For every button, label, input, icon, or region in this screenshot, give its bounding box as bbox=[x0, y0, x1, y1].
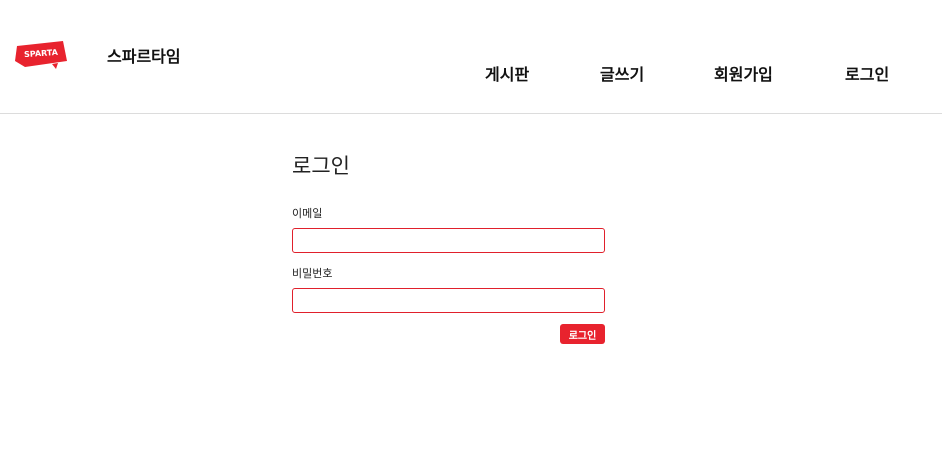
site-title[interactable]: 스파르타임 bbox=[107, 43, 181, 67]
sparta-logo[interactable]: SPARTA bbox=[14, 40, 68, 70]
password-input[interactable] bbox=[292, 288, 605, 313]
nav-signup-link[interactable]: 회원가입 bbox=[714, 61, 773, 85]
site-header: SPARTA 스파르타임 게시판 글쓰기 회원가입 로그인 bbox=[0, 0, 942, 114]
nav-login-link[interactable]: 로그인 bbox=[845, 61, 889, 85]
page-title: 로그인 bbox=[292, 154, 350, 178]
email-input[interactable] bbox=[292, 228, 605, 253]
password-label: 비밀번호 bbox=[292, 267, 333, 280]
login-button[interactable]: 로그인 bbox=[560, 324, 605, 344]
nav-write-link[interactable]: 글쓰기 bbox=[600, 61, 644, 85]
nav-board-link[interactable]: 게시판 bbox=[485, 61, 529, 85]
email-label: 이메일 bbox=[292, 207, 323, 220]
